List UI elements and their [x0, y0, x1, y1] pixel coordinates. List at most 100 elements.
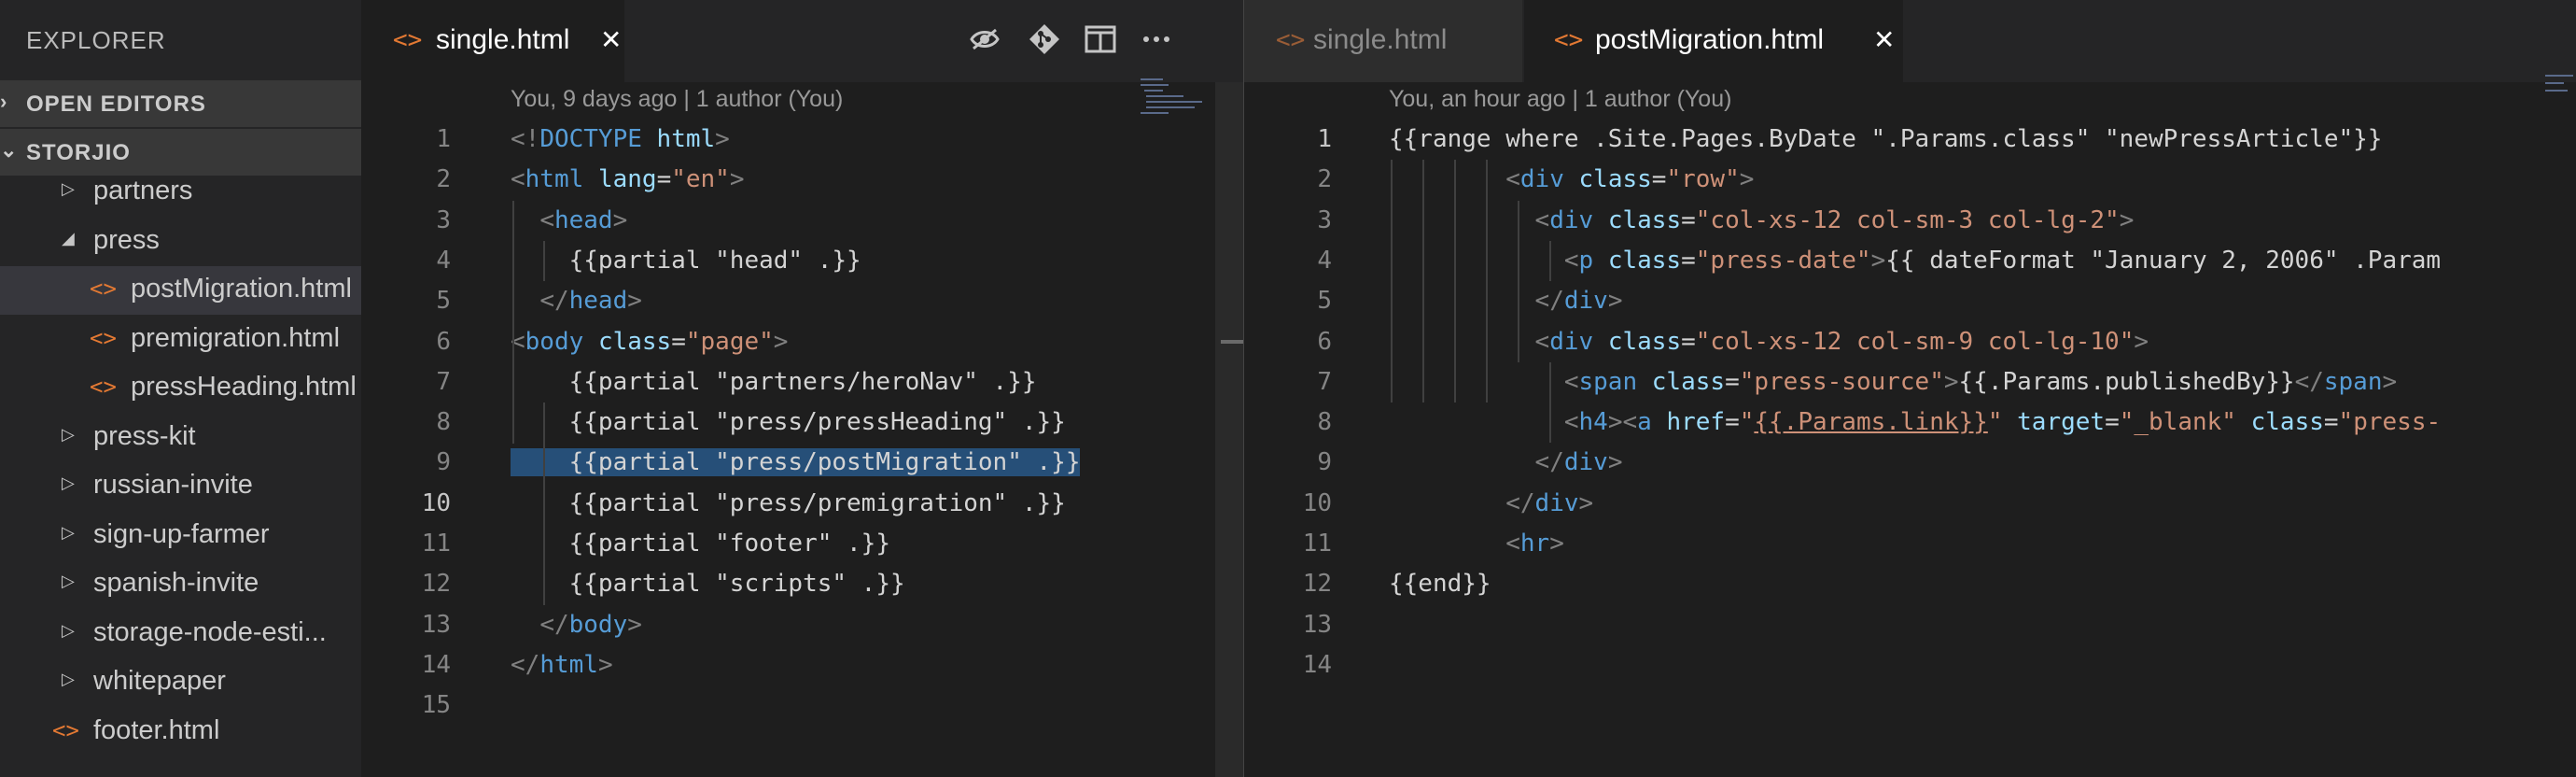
code-line[interactable]: 6 <body class="page">: [361, 322, 1243, 362]
scroll-thumb-left[interactable]: [1221, 340, 1243, 344]
line-number: 6: [436, 327, 451, 356]
tab-single-html-right[interactable]: <> single.html: [1244, 0, 1522, 82]
chevron-right-icon: ▷: [62, 670, 75, 688]
code-line[interactable]: 5 </div>: [1244, 281, 2576, 321]
tree-file-item[interactable]: <> pressHeading.html: [0, 364, 361, 413]
line-number: 10: [421, 488, 451, 517]
indent-guide: [543, 241, 545, 281]
code-line[interactable]: 3 <head>: [361, 201, 1243, 241]
git-blame-annotation: You, 9 days ago | 1 author (You): [511, 86, 844, 112]
indent-guide: [543, 403, 545, 605]
tab-label: postMigration.html: [1595, 24, 1825, 55]
code-line[interactable]: 3 <div class="col-xs-12 col-sm-3 col-lg-…: [1244, 201, 2576, 241]
vertical-scrollbar-left[interactable]: [1215, 82, 1243, 777]
code-line[interactable]: 4 {{partial "head" .}}: [361, 241, 1243, 281]
line-number: 5: [1317, 287, 1332, 316]
code-line[interactable]: 2 <html lang="en">: [361, 160, 1243, 200]
tab-postmigration-html[interactable]: <> postMigration.html ✕: [1524, 0, 1903, 82]
code-line[interactable]: 13 </body>: [361, 605, 1243, 645]
code-text: <hr>: [1505, 530, 1564, 558]
split-editor-icon[interactable]: [1082, 22, 1119, 60]
code-line[interactable]: 7 <span class="press-source">{{.Params.p…: [1244, 362, 2576, 403]
indent-guide: [1549, 362, 1551, 443]
html-file-icon: <>: [1276, 26, 1306, 54]
tab-single-html[interactable]: <> single.html ✕: [361, 0, 624, 82]
tree-item-label: storage-node-esti...: [93, 616, 327, 647]
code-line[interactable]: 10 {{partial "press/premigration" .}}: [361, 484, 1243, 524]
line-number: 7: [436, 367, 451, 396]
tree-folder-item[interactable]: ◢ press: [0, 218, 361, 266]
code-line[interactable]: 15: [361, 685, 1243, 726]
code-line[interactable]: 12 {{partial "scripts" .}}: [361, 564, 1243, 604]
code-text: </head>: [539, 287, 642, 316]
line-number: 3: [1317, 205, 1332, 234]
code-line[interactable]: 10 </div>: [1244, 484, 2576, 524]
code-line[interactable]: 9 {{partial "press/postMigration" .}}: [361, 443, 1243, 483]
open-editors-label: OPEN EDITORS: [26, 92, 206, 117]
code-text: <div class="col-xs-12 col-sm-3 col-lg-2"…: [1534, 205, 2135, 234]
line-number: 6: [1317, 327, 1332, 356]
more-actions-icon[interactable]: [1138, 22, 1175, 60]
code-line[interactable]: 14 </html>: [361, 645, 1243, 685]
tree-item-label: press-kit: [93, 420, 196, 451]
tree-folder-item[interactable]: ▷ sign-up-farmer: [0, 512, 361, 560]
chevron-right-icon: ▷: [62, 620, 75, 640]
code-line[interactable]: 1 {{range where .Site.Pages.ByDate ".Para…: [1244, 120, 2576, 160]
chevron-right-icon: ›: [0, 90, 8, 113]
code-text: <!DOCTYPE html>: [511, 125, 730, 153]
code-line[interactable]: 12 {{end}}: [1244, 564, 2576, 604]
tree-folder-item[interactable]: ▷ storage-node-esti...: [0, 610, 361, 658]
explorer-title: EXPLORER: [26, 26, 166, 54]
code-text: <span class="press-source">{{.Params.pub…: [1563, 367, 2398, 396]
code-text: {{end}}: [1389, 570, 1491, 599]
line-number: 10: [1302, 488, 1332, 517]
tree-folder-item[interactable]: ▷ press-kit: [0, 414, 361, 462]
tree-item-label: pressHeading.html: [131, 372, 357, 402]
tree-item-label: russian-invite: [93, 470, 253, 500]
close-icon[interactable]: ✕: [600, 24, 622, 55]
tree-item-label: whitepaper: [93, 666, 226, 696]
code-line[interactable]: 13: [1244, 605, 2576, 645]
tree-file-item[interactable]: <> premigration.html: [0, 316, 361, 364]
open-changes-icon[interactable]: [966, 22, 1003, 60]
code-line[interactable]: 11 <hr>: [1244, 524, 2576, 564]
code-line[interactable]: 8 {{partial "press/pressHeading" .}}: [361, 403, 1243, 443]
code-line[interactable]: 4 <p class="press-date">{{ dateFormat "J…: [1244, 241, 2576, 281]
tree-folder-item[interactable]: ▷ partners: [0, 168, 361, 217]
tab-bar-left: <> single.html ✕: [361, 0, 1243, 82]
tree-folder-item[interactable]: ▷ whitepaper: [0, 658, 361, 707]
line-number: 8: [436, 408, 451, 437]
vscode-window: EXPLORER › OPEN EDITORS ⌄ STORJIO ▷ partn…: [0, 0, 2576, 777]
code-line[interactable]: 11 {{partial "footer" .}}: [361, 524, 1243, 564]
tree-folder-item[interactable]: ▷ russian-invite: [0, 462, 361, 511]
code-text: {{partial "footer" .}}: [511, 530, 890, 558]
tree-file-item[interactable]: <> footer.html: [0, 708, 361, 756]
code-line[interactable]: 14: [1244, 645, 2576, 685]
line-number: 4: [436, 246, 451, 275]
minimap-left[interactable]: [1141, 75, 1215, 187]
code-line[interactable]: 8 <h4><a href="{{.Params.link}}" target=…: [1244, 403, 2576, 443]
line-number: 9: [436, 448, 451, 477]
code-line[interactable]: 9 </div>: [1244, 443, 2576, 483]
code-line[interactable]: 2 <div class="row">: [1244, 160, 2576, 200]
line-number: 13: [1302, 610, 1332, 639]
line-number: 8: [1317, 408, 1332, 437]
close-icon[interactable]: ✕: [1873, 24, 1895, 55]
chevron-right-icon: ▷: [62, 572, 75, 590]
tree-item-label: premigration.html: [131, 322, 341, 353]
editor-group-left: <> single.html ✕ You, 9 days ago | 1 aut…: [361, 0, 1243, 777]
project-label: STORJIO: [26, 140, 131, 165]
minimap-right[interactable]: [2541, 75, 2576, 187]
tree-file-item[interactable]: <> postMigration.html: [0, 266, 361, 315]
code-line[interactable]: 6 <div class="col-xs-12 col-sm-9 col-lg-…: [1244, 322, 2576, 362]
git-compare-icon[interactable]: [1026, 22, 1063, 60]
code-line[interactable]: 7 {{partial "partners/heroNav" .}}: [361, 362, 1243, 403]
line-number: 1: [1317, 125, 1332, 153]
code-line[interactable]: 5 </head>: [361, 281, 1243, 321]
chevron-right-icon: ▷: [62, 522, 75, 542]
open-editors-section[interactable]: › OPEN EDITORS: [0, 80, 361, 127]
tree-folder-item[interactable]: ▷ spanish-invite: [0, 560, 361, 609]
tree-item-label: footer.html: [93, 714, 220, 745]
chevron-down-icon: ◢: [62, 228, 75, 247]
code-line[interactable]: 1 <!DOCTYPE html>: [361, 120, 1243, 160]
